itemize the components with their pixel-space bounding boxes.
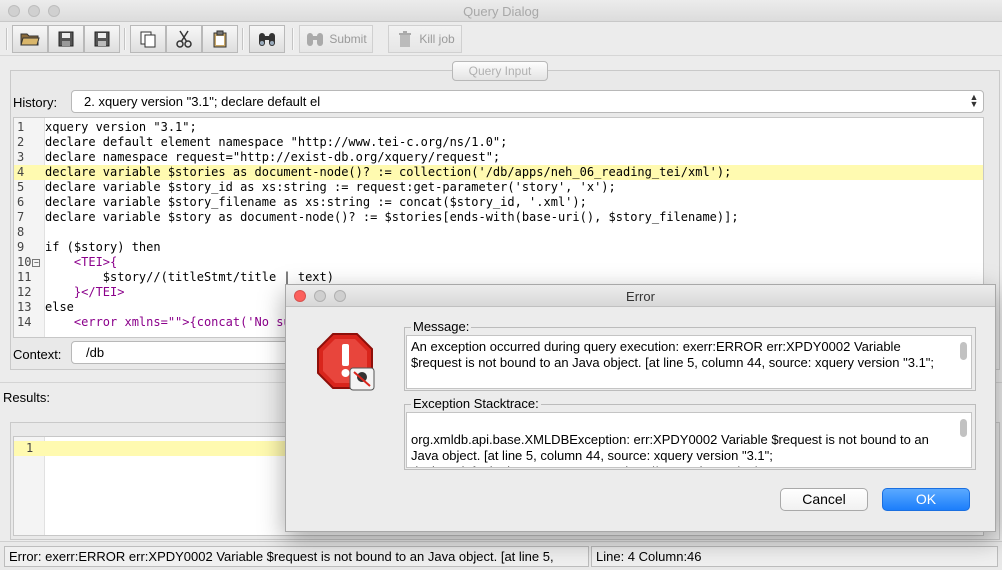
code-line: 5 declare variable $story_id as xs:string… bbox=[17, 180, 616, 194]
binoculars-icon bbox=[305, 30, 325, 48]
code-line: 10− <TEI>{ bbox=[17, 255, 118, 269]
context-label: Context: bbox=[13, 347, 62, 362]
paste-button[interactable] bbox=[202, 25, 238, 53]
toolbar-separator bbox=[242, 28, 244, 50]
ok-button[interactable]: OK bbox=[882, 488, 970, 511]
toolbar-separator bbox=[6, 28, 8, 50]
code-line: 9 if ($story) then bbox=[17, 240, 161, 254]
stacktrace-text[interactable]: org.xmldb.api.base.XMLDBException: err:X… bbox=[406, 412, 972, 468]
folder-open-icon bbox=[20, 30, 40, 48]
submit-label: Submit bbox=[329, 32, 367, 46]
copy-icon bbox=[138, 30, 158, 48]
code-line-current: 4 declare variable $stories as document-n… bbox=[14, 165, 983, 180]
code-line: 3 declare namespace request="http://exist… bbox=[17, 150, 501, 164]
chevron-updown-icon: ▲ ▼ bbox=[969, 92, 979, 109]
save-button[interactable] bbox=[84, 25, 120, 53]
results-label: Results: bbox=[3, 390, 50, 405]
cut-button[interactable] bbox=[166, 25, 202, 53]
code-line: 7 declare variable $story as document-nod… bbox=[17, 210, 739, 224]
toolbar-separator bbox=[124, 28, 126, 50]
toolbar-separator bbox=[292, 28, 294, 50]
save-as-button[interactable] bbox=[48, 25, 84, 53]
window-titlebar: Query Dialog bbox=[0, 0, 1002, 22]
copy-button[interactable] bbox=[130, 25, 166, 53]
code-line: 1 xquery version "3.1"; bbox=[17, 120, 197, 134]
dialog-title: Error bbox=[626, 289, 655, 304]
cancel-button[interactable]: Cancel bbox=[780, 488, 868, 511]
history-select[interactable]: 2. xquery version "3.1"; declare default… bbox=[71, 90, 984, 113]
error-stop-icon bbox=[316, 332, 376, 392]
stacktrace-legend: Exception Stacktrace: bbox=[411, 396, 541, 411]
toolbar: Submit Kill job bbox=[0, 22, 1002, 56]
history-select-value: 2. xquery version "3.1"; declare default… bbox=[84, 94, 321, 109]
submit-button[interactable]: Submit bbox=[299, 25, 373, 53]
scissors-icon bbox=[174, 30, 194, 48]
fold-toggle-icon[interactable]: − bbox=[32, 259, 41, 267]
trash-icon bbox=[395, 30, 415, 48]
status-message: Error: exerr:ERROR err:XPDY0002 Variable… bbox=[4, 546, 589, 567]
error-dialog: Error Message: An exception occurred dur… bbox=[285, 284, 996, 532]
find-button[interactable] bbox=[249, 25, 285, 53]
cursor-position: Line: 4 Column:46 bbox=[591, 546, 998, 567]
code-line: 2 declare default element namespace "http… bbox=[17, 135, 508, 149]
message-legend: Message: bbox=[411, 319, 472, 334]
dialog-titlebar: Error bbox=[286, 285, 995, 307]
history-label: History: bbox=[13, 95, 58, 110]
binoculars-icon bbox=[257, 30, 277, 48]
window-title: Query Dialog bbox=[463, 4, 539, 19]
code-line: 11 $story//(titleStmt/title | text) bbox=[17, 270, 334, 284]
kill-job-label: Kill job bbox=[419, 32, 455, 46]
tab-query-input[interactable]: Query Input bbox=[452, 61, 548, 81]
message-scrollbar[interactable] bbox=[960, 342, 967, 360]
code-line: 8 bbox=[17, 225, 25, 239]
code-line: 6 declare variable $story_filename as xs:… bbox=[17, 195, 587, 209]
save-icon bbox=[92, 30, 112, 48]
open-button[interactable] bbox=[12, 25, 48, 53]
save-as-icon bbox=[56, 30, 76, 48]
clipboard-icon bbox=[210, 30, 230, 48]
stacktrace-scrollbar[interactable] bbox=[960, 419, 967, 437]
message-text[interactable]: An exception occurred during query execu… bbox=[406, 335, 972, 389]
status-bar: Error: exerr:ERROR err:XPDY0002 Variable… bbox=[0, 541, 1002, 570]
kill-job-button[interactable]: Kill job bbox=[388, 25, 462, 53]
